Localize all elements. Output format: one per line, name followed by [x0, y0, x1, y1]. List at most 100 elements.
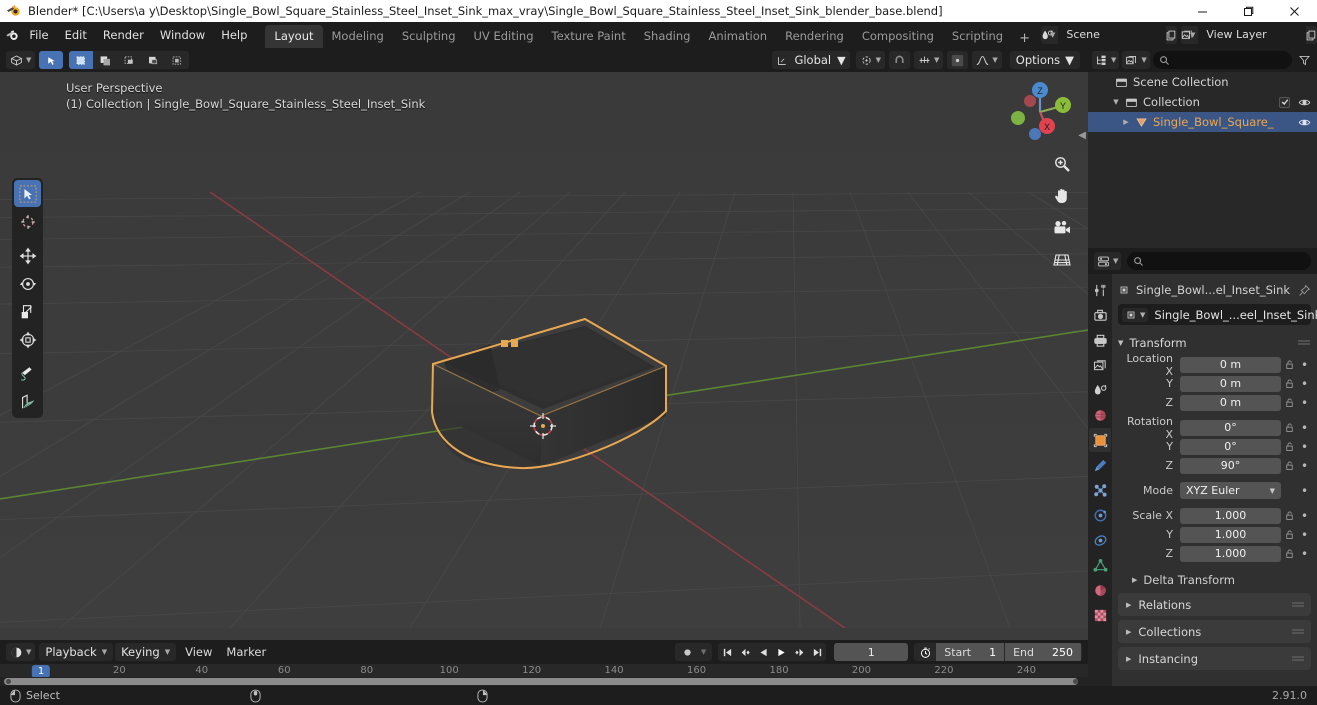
scene-tab[interactable]: [1089, 378, 1111, 402]
timeline-playback-menu[interactable]: Playback ▼: [39, 643, 114, 661]
zoom-icon[interactable]: [1050, 152, 1074, 176]
location-z-animate-dot[interactable]: •: [1298, 396, 1311, 410]
current-frame-field[interactable]: 1: [834, 643, 909, 661]
rotation-mode-animate-dot[interactable]: •: [1298, 484, 1311, 498]
next-keyframe-icon[interactable]: [790, 643, 808, 661]
scale-y-animate-dot[interactable]: •: [1298, 528, 1311, 542]
auto-keying-toggle[interactable]: ▼: [674, 643, 713, 661]
navigation-gizmo[interactable]: Z Y X: [1004, 76, 1076, 148]
scale-x-animate-dot[interactable]: •: [1298, 509, 1311, 523]
filter-icon[interactable]: [1295, 51, 1313, 69]
rotation-z-field[interactable]: 90°: [1180, 457, 1281, 474]
select-intersect-button[interactable]: [165, 51, 189, 69]
render-tab[interactable]: [1089, 303, 1111, 327]
timeline-menu-marker[interactable]: Marker: [219, 643, 273, 661]
falloff-selector[interactable]: ▼: [972, 51, 1002, 69]
pan-hand-icon[interactable]: [1050, 184, 1074, 208]
object-id-icon-group[interactable]: ▼: [1122, 307, 1149, 322]
object-hide-eye-icon[interactable]: [1298, 117, 1311, 128]
select-subtract-button[interactable]: [117, 51, 141, 69]
collection-disclosure-triangle[interactable]: ▼: [1110, 98, 1122, 106]
pivot-point-selector[interactable]: ▼: [855, 51, 885, 69]
workspace-tab-compositing[interactable]: Compositing: [853, 25, 943, 48]
outliner-row-object[interactable]: ▶ Single_Bowl_Square_: [1088, 112, 1317, 132]
menu-help[interactable]: Help: [213, 25, 255, 45]
rotate-tool-button[interactable]: [14, 270, 41, 297]
annotate-tool-button[interactable]: [14, 360, 41, 387]
rotation-z-animate-dot[interactable]: •: [1298, 459, 1311, 473]
object-data-tab[interactable]: [1089, 553, 1111, 577]
menu-render[interactable]: Render: [95, 25, 152, 45]
tweak-tool-button[interactable]: [14, 180, 41, 207]
minimize-button[interactable]: [1179, 0, 1225, 22]
view-layer-name[interactable]: View Layer: [1198, 26, 1307, 44]
collection-hide-eye-icon[interactable]: [1298, 97, 1311, 108]
instancing-panel[interactable]: ▶ Instancing: [1118, 647, 1311, 670]
transform-orientation-selector[interactable]: Global ▼: [772, 51, 850, 69]
rotation-x-animate-dot[interactable]: •: [1298, 421, 1311, 435]
rotation-y-animate-dot[interactable]: •: [1298, 440, 1311, 454]
play-reverse-icon[interactable]: [754, 643, 772, 661]
new-scene-button[interactable]: [1166, 26, 1177, 44]
cursor-tool-button[interactable]: [14, 208, 41, 235]
properties-editor-type-selector[interactable]: ▼: [1094, 252, 1122, 270]
scale-x-field[interactable]: 1.000: [1180, 507, 1281, 524]
scale-z-lock-icon[interactable]: [1281, 548, 1298, 559]
location-y-field[interactable]: 0 m: [1180, 375, 1281, 392]
select-box-tool-active[interactable]: [39, 51, 64, 69]
transform-panel-header[interactable]: ▼ Transform: [1118, 333, 1311, 353]
timeline-scrollbar[interactable]: [0, 677, 1088, 686]
constraints-tab[interactable]: [1089, 528, 1111, 552]
outliner-search-input[interactable]: [1152, 51, 1292, 69]
outliner-display-mode-selector[interactable]: ▼: [1122, 51, 1150, 69]
location-x-animate-dot[interactable]: •: [1298, 358, 1311, 372]
object-name-field[interactable]: ▼ Single_Bowl_...eel_Inset_Sink: [1118, 304, 1317, 325]
use-preview-range-icon[interactable]: [914, 643, 936, 661]
output-tab[interactable]: [1089, 328, 1111, 352]
workspace-tab-uv-editing[interactable]: UV Editing: [465, 25, 543, 48]
scene-name[interactable]: Scene: [1058, 26, 1167, 44]
scale-z-animate-dot[interactable]: •: [1298, 547, 1311, 561]
properties-search-input[interactable]: [1127, 252, 1311, 270]
add-workspace-button[interactable]: +: [1012, 29, 1037, 48]
material-tab[interactable]: [1089, 578, 1111, 602]
move-tool-button[interactable]: [14, 242, 41, 269]
object-disclosure-triangle[interactable]: ▶: [1120, 118, 1132, 126]
jump-end-icon[interactable]: [808, 643, 826, 661]
rotation-mode-select[interactable]: XYZ Euler ▼: [1180, 482, 1281, 499]
blender-logo-icon[interactable]: [4, 24, 21, 46]
new-view-layer-button[interactable]: [1306, 26, 1317, 44]
location-x-lock-icon[interactable]: [1281, 359, 1298, 370]
snapping-group[interactable]: [888, 51, 910, 69]
scene-selector[interactable]: ▼ Scene ×: [1040, 26, 1177, 44]
editor-type-selector[interactable]: ▼: [6, 51, 36, 69]
maximize-button[interactable]: [1225, 0, 1271, 22]
tool-tab[interactable]: [1089, 278, 1111, 302]
pin-icon[interactable]: [1298, 284, 1311, 297]
jump-start-icon[interactable]: [718, 643, 736, 661]
measure-tool-button[interactable]: [14, 388, 41, 415]
rotation-y-lock-icon[interactable]: [1281, 441, 1298, 452]
menu-file[interactable]: File: [21, 25, 56, 45]
timeline-scrollbar-bar[interactable]: [4, 678, 1078, 685]
prev-keyframe-icon[interactable]: [736, 643, 754, 661]
menu-edit[interactable]: Edit: [57, 25, 95, 45]
workspace-tab-rendering[interactable]: Rendering: [776, 25, 853, 48]
select-extend-button[interactable]: [93, 51, 117, 69]
rotation-z-lock-icon[interactable]: [1281, 460, 1298, 471]
frame-start-field[interactable]: Start 1: [936, 643, 1005, 661]
world-tab[interactable]: [1089, 403, 1111, 427]
transform-tool-button[interactable]: [14, 326, 41, 353]
workspace-tab-texture-paint[interactable]: Texture Paint: [543, 25, 635, 48]
camera-icon[interactable]: [1050, 216, 1074, 240]
location-z-field[interactable]: 0 m: [1180, 394, 1281, 411]
rotation-x-field[interactable]: 0°: [1180, 419, 1281, 436]
outliner-row-scene-collection[interactable]: Scene Collection: [1088, 72, 1317, 92]
relations-panel[interactable]: ▶ Relations: [1118, 593, 1311, 616]
frame-end-field[interactable]: End 250: [1005, 643, 1081, 661]
play-icon[interactable]: [772, 643, 790, 661]
perspective-grid-icon[interactable]: [1050, 248, 1074, 272]
workspace-tab-sculpting[interactable]: Sculpting: [393, 25, 465, 48]
object-tab[interactable]: [1089, 428, 1111, 452]
view-layer-selector[interactable]: ▼ View Layer ×: [1180, 26, 1317, 44]
